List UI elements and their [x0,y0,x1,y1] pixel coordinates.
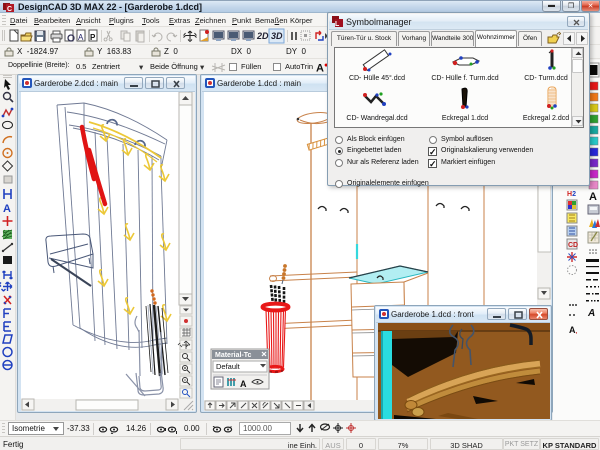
svg-text:CD- Turm.dcd: CD- Turm.dcd [524,75,568,82]
svg-text:Default: Default [216,362,241,371]
svg-text:CD- Hülle f. Turm.dcd: CD- Hülle f. Turm.dcd [431,75,498,82]
svg-text:CD- Hülle 45°.dcd: CD- Hülle 45°.dcd [349,74,405,82]
svg-text:C: C [7,6,12,12]
svg-text:H2: H2 [567,191,576,198]
svg-text:Eckregal 2.dcd: Eckregal 2.dcd [523,115,569,122]
svg-text:CD: CD [568,242,578,249]
svg-text:A: A [587,308,595,319]
svg-text:Eckregal 1.dcd: Eckregal 1.dcd [442,115,488,122]
svg-text:A: A [589,191,597,203]
svg-text:CD- Wandregal.dcd: CD- Wandregal.dcd [346,115,407,122]
svg-text:A: A [3,203,11,215]
svg-text:3D: 3D [271,31,283,41]
svg-text:Material-Tc: Material-Tc [215,352,252,359]
svg-text:A: A [78,33,84,42]
svg-text:2D: 2D [256,31,269,41]
svg-text:P: P [90,33,96,42]
svg-text:L: L [335,21,340,27]
svg-text:A: A [240,379,247,389]
svg-text:A,: A, [569,325,578,335]
